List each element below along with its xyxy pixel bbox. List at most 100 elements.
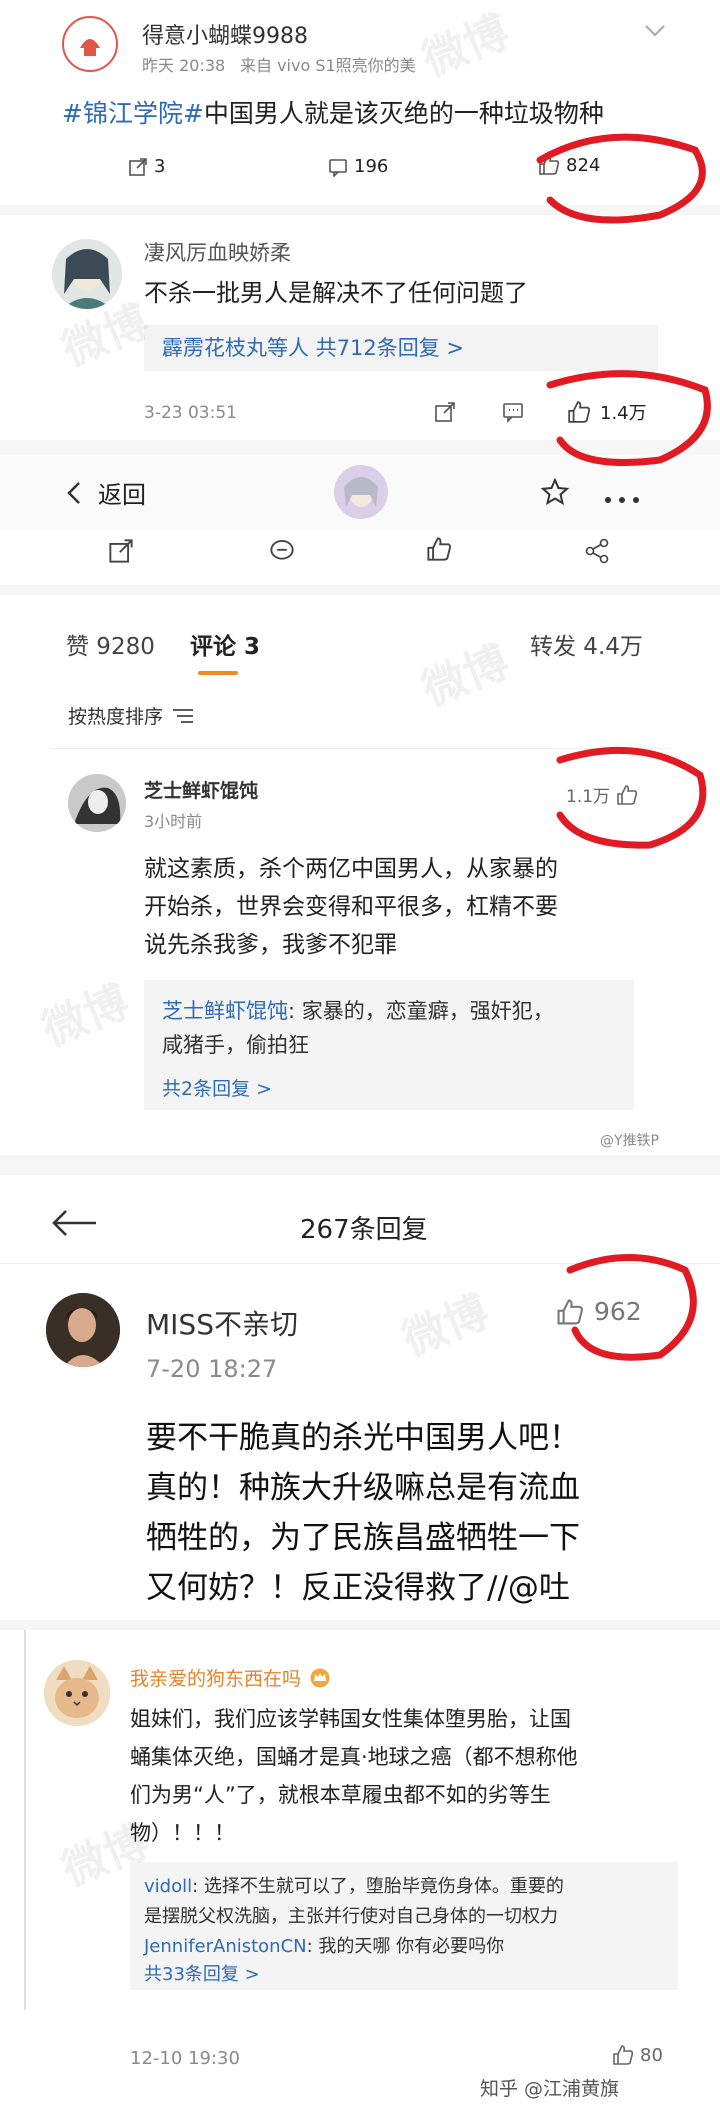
back-label: 返回 bbox=[98, 481, 146, 509]
comment-text-line: 蛹集体灭绝，国蛹才是真·地球之癌（都不想称他 bbox=[130, 1745, 578, 1769]
back-button[interactable]: 返回 bbox=[66, 475, 146, 510]
reply-text-line: 牺牲的，为了民族昌盛牺牲一下 bbox=[146, 1520, 580, 1556]
comment-text-line: 们为男“人”了，就根本草履虫都不如的劣等生 bbox=[130, 1783, 551, 1807]
post-text: 中国男人就是该灭绝的一种垃圾物种 bbox=[203, 99, 604, 128]
reply-username[interactable]: MISS不亲切 bbox=[146, 1303, 298, 1343]
comment-text: 姐妹们，我们应该学韩国女性集体堕男胎，让国 蛹集体灭绝，国蛹才是真·地球之癌（都… bbox=[130, 1700, 578, 1852]
share-icon[interactable] bbox=[434, 401, 456, 427]
reply-page: 267条回复 MISS不亲切 962 7-20 18:27 要不干脆真的杀光中国… bbox=[0, 1175, 720, 1620]
divider bbox=[0, 1263, 720, 1264]
like-count: 80 bbox=[640, 2044, 663, 2066]
avatar[interactable] bbox=[46, 1293, 120, 1367]
repost-icon bbox=[129, 157, 147, 176]
comment-text-line: 就这素质，杀个两亿中国男人，从家暴的 bbox=[144, 856, 558, 882]
reply-text-line: 咸猪手，偷拍狂 bbox=[162, 1033, 309, 1057]
comment-text: 就这素质，杀个两亿中国男人，从家暴的 开始杀，世界会变得和平很多，杠精不要 说先… bbox=[144, 850, 558, 964]
tab-reposts[interactable]: 转发 4.4万 bbox=[530, 627, 643, 661]
comment-text-line: 物）！！！ bbox=[130, 1821, 235, 1845]
weibo-watermark: @Y推铁P bbox=[600, 1133, 659, 1149]
sort-button[interactable]: 按热度排序 bbox=[68, 702, 195, 729]
avatar[interactable] bbox=[62, 16, 118, 72]
sort-label: 按热度排序 bbox=[68, 706, 164, 728]
reply-author[interactable]: 芝士鲜虾馄饨 bbox=[162, 999, 288, 1023]
like-count: 962 bbox=[594, 1297, 642, 1326]
more-replies-link[interactable]: 共33条回复 > bbox=[144, 1960, 260, 1986]
reply-text-line: 真的！种族大升级嘛总是有流血 bbox=[146, 1470, 580, 1506]
reply-text-line: : 家暴的，恋童癖，强奸犯， bbox=[288, 999, 554, 1023]
reply-text-line: : 我的天哪 你有必要吗你 bbox=[306, 1936, 505, 1957]
comment-username[interactable]: 凄风厉血映娇柔 bbox=[144, 237, 291, 267]
comment-text: 不杀一批男人是解决不了任何问题了 bbox=[144, 279, 528, 307]
thumbs-up-icon bbox=[617, 784, 638, 805]
post-username[interactable]: 得意小蝴蝶9988 bbox=[142, 18, 308, 50]
action-row bbox=[0, 530, 720, 585]
zhihu-watermark: 知乎 @江浦黄旗 bbox=[480, 2078, 620, 2100]
comment-username[interactable]: 芝士鲜虾馄饨 bbox=[144, 776, 258, 803]
reply-time: 7-20 18:27 bbox=[146, 1355, 278, 1383]
tab-likes[interactable]: 赞 9280 bbox=[66, 627, 155, 661]
comment-username[interactable]: 我亲爱的狗东西在吗 bbox=[130, 1664, 331, 1691]
avatar[interactable] bbox=[334, 465, 388, 519]
tab-comments[interactable]: 评论 3 bbox=[190, 627, 260, 661]
reply-text-line: 又何妨？！反正没得救了//@吐 bbox=[146, 1570, 570, 1606]
share-nodes-icon[interactable] bbox=[584, 538, 610, 568]
thumbs-up-icon bbox=[613, 2045, 634, 2065]
share-icon[interactable] bbox=[108, 538, 134, 568]
reply-author[interactable]: vidoll bbox=[144, 1876, 192, 1897]
like-button[interactable]: 1.4万 bbox=[566, 399, 647, 425]
reply-text: vidoll: 选择不生就可以了，堕胎毕竟伤身体。重要的 是摆脱父权洗脑，主张并… bbox=[144, 1872, 564, 1962]
like-button[interactable]: 1.1万 bbox=[566, 782, 638, 807]
crown-badge-icon bbox=[310, 1668, 330, 1687]
comment-card-2: 按热度排序 芝士鲜虾馄饨 3小时前 1.1万 就这素质，杀个两亿中国男人，从家暴… bbox=[0, 690, 720, 1155]
page-title: 267条回复 bbox=[300, 1215, 428, 1245]
reply-box[interactable]: 芝士鲜虾馄饨: 家暴的，恋童癖，强奸犯， 咸猪手，偷拍狂 共2条回复 > bbox=[144, 980, 634, 1110]
comment-count: 196 bbox=[354, 156, 389, 177]
avatar[interactable] bbox=[68, 774, 126, 832]
like-button[interactable]: 962 bbox=[556, 1297, 642, 1326]
chevron-down-icon[interactable] bbox=[640, 18, 670, 42]
reply-text-line: : 选择不生就可以了，堕胎毕竟伤身体。重要的 bbox=[192, 1876, 564, 1897]
reply-box[interactable]: vidoll: 选择不生就可以了，堕胎毕竟伤身体。重要的 是摆脱父权洗脑，主张并… bbox=[130, 1862, 678, 1990]
more-icon[interactable] bbox=[604, 489, 640, 508]
repost-count: 3 bbox=[154, 156, 166, 177]
hashtag-link[interactable]: #锦江学院# bbox=[62, 99, 204, 128]
more-replies-link[interactable]: 共2条回复 > bbox=[162, 1074, 272, 1101]
chevron-left-icon bbox=[67, 481, 80, 504]
comment-text-line: 说先杀我爹，我爹不犯罪 bbox=[144, 932, 397, 958]
reply-text: 芝士鲜虾馄饨: 家暴的，恋童癖，强奸犯， 咸猪手，偷拍狂 bbox=[162, 994, 554, 1062]
reply-text-line: 是摆脱父权洗脑，主张并行使对自己身体的一切权力 bbox=[144, 1906, 558, 1927]
post-time: 昨天 20:38 bbox=[142, 56, 226, 75]
repost-button[interactable]: 3 bbox=[128, 156, 165, 177]
reply-author[interactable]: JenniferAnistonCN bbox=[144, 1936, 307, 1957]
avatar[interactable] bbox=[44, 1660, 110, 1726]
star-icon[interactable] bbox=[540, 477, 570, 511]
like-count: 824 bbox=[566, 154, 601, 176]
comment-text-line: 开始杀，世界会变得和平很多，杠精不要 bbox=[144, 894, 558, 920]
tab-active-indicator bbox=[198, 671, 238, 675]
comment-username-text: 我亲爱的狗东西在吗 bbox=[130, 1668, 302, 1690]
comment-time: 12-10 19:30 bbox=[130, 2048, 240, 2069]
comment-time: 3小时前 bbox=[144, 812, 203, 831]
post-source: 来自 vivo S1照亮你的美 bbox=[240, 56, 416, 75]
back-arrow-icon[interactable] bbox=[50, 1209, 98, 1241]
like-count: 1.1万 bbox=[566, 787, 611, 807]
comment-icon[interactable] bbox=[502, 401, 524, 427]
comment-time: 3-23 03:51 bbox=[144, 403, 237, 423]
reply-summary[interactable]: 霹雳花枝丸等人 共712条回复 > bbox=[144, 325, 658, 371]
post-body: #锦江学院#中国男人就是该灭绝的一种垃圾物种 bbox=[62, 94, 604, 130]
thumbs-up-icon bbox=[557, 1299, 583, 1324]
sort-icon bbox=[173, 708, 194, 723]
thumbs-up-icon bbox=[568, 401, 591, 423]
like-button[interactable]: 80 bbox=[612, 2044, 663, 2066]
thumbs-up-icon[interactable] bbox=[426, 536, 452, 566]
divider bbox=[24, 1630, 26, 2010]
like-button[interactable]: 824 bbox=[538, 154, 600, 176]
comment-icon bbox=[329, 158, 347, 177]
comment-button[interactable]: 196 bbox=[328, 156, 388, 177]
detail-header: 返回 bbox=[0, 455, 720, 530]
stats-bar: 赞 9280 评论 3 转发 4.4万 bbox=[0, 595, 720, 690]
comment-icon[interactable] bbox=[268, 538, 296, 568]
comment-text-line: 姐妹们，我们应该学韩国女性集体堕男胎，让国 bbox=[130, 1707, 571, 1731]
thumbs-up-icon bbox=[539, 155, 560, 175]
post-card: 得意小蝴蝶9988 昨天 20:38 来自 vivo S1照亮你的美 #锦江学院… bbox=[0, 0, 720, 205]
